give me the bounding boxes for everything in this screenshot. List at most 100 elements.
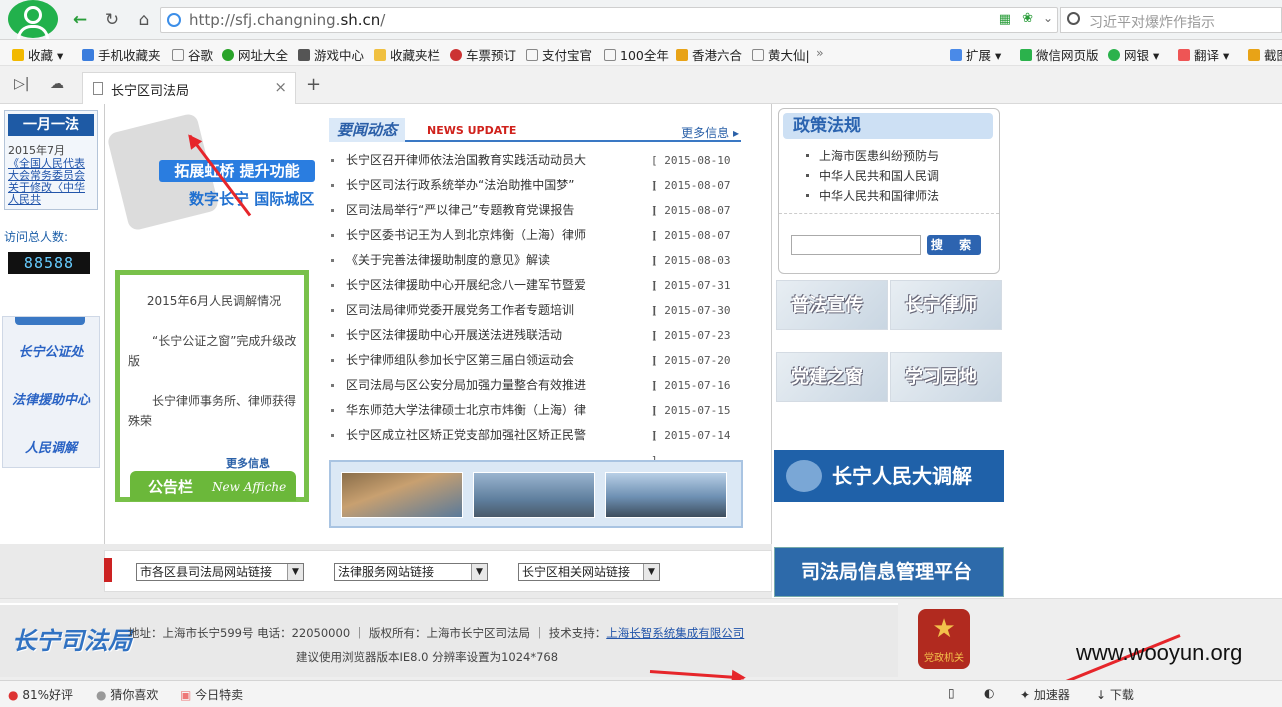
government-emblem[interactable]: ★ 党政机关 bbox=[918, 609, 970, 669]
legal-service-links-select[interactable]: 法律服务网站链接 ▼ bbox=[334, 563, 488, 581]
news-title[interactable]: 华东师范大学法律硕士北京市炜衡（上海）律 bbox=[346, 398, 632, 423]
policy-search-input[interactable] bbox=[791, 235, 921, 255]
news-row[interactable]: 长宁区法律援助中心开展纪念八一建军节暨爱[ 2015-07-31 ] bbox=[329, 273, 741, 317]
notice-item[interactable]: 长宁律师事务所、律师获得殊荣 bbox=[128, 391, 300, 431]
legal-aid-link[interactable]: 法律援助中心 bbox=[7, 389, 95, 415]
news-title[interactable]: 长宁区成立社区矫正党支部加强社区矫正民警 bbox=[346, 423, 632, 448]
accelerator-status[interactable]: ✦ 加速器 bbox=[1020, 686, 1070, 703]
mediation-banner[interactable]: 长宁人民大调解 bbox=[774, 450, 1004, 502]
tech-support-link[interactable]: 上海长智系统集成有限公司 bbox=[606, 626, 744, 640]
chevron-down-icon[interactable]: ⌄ bbox=[1043, 11, 1053, 25]
bookmark-folder[interactable]: 收藏夹栏 bbox=[374, 45, 440, 64]
bookmark-extensions[interactable]: 扩展 ▾ bbox=[950, 45, 1001, 64]
document-icon bbox=[93, 82, 103, 95]
qr-icon[interactable]: ▦ bbox=[999, 12, 1011, 27]
notice-item[interactable]: 2015年6月人民调解情况 bbox=[128, 291, 300, 311]
bookmark-screenshot[interactable]: 截图 bbox=[1248, 45, 1282, 64]
search-icon bbox=[1067, 12, 1080, 25]
back-button[interactable]: ← bbox=[68, 9, 92, 33]
policy-item[interactable]: 上海市医患纠纷预防与 bbox=[805, 147, 939, 164]
news-more-link[interactable]: 更多信息 ▸ bbox=[681, 124, 739, 141]
sidebar-toggle-icon[interactable]: ▷| bbox=[14, 76, 29, 92]
policy-item[interactable]: 中华人民共和国律师法 bbox=[805, 187, 939, 204]
notice-item[interactable]: “长宁公证之窗”完成升级改版 bbox=[128, 331, 300, 371]
city-photo[interactable] bbox=[473, 472, 595, 518]
bookmark-wechat[interactable]: 微信网页版 bbox=[1020, 45, 1099, 64]
news-row[interactable]: 长宁区委书记王为人到北京炜衡（上海）律师[ 2015-08-07 ] bbox=[329, 223, 741, 267]
changning-links-select[interactable]: 长宁区相关网站链接 ▼ bbox=[518, 563, 660, 581]
policy-search-button[interactable]: 搜 索 bbox=[927, 235, 981, 255]
news-row[interactable]: 长宁区司法行政系统举办“法治助推中国梦”[ 2015-08-07 ] bbox=[329, 173, 741, 217]
news-title[interactable]: 长宁律师组队参加长宁区第三届白领运动会 bbox=[346, 348, 632, 373]
news-title[interactable]: 长宁区召开律师依法治国教育实践活动动员大 bbox=[346, 148, 632, 173]
phone-icon[interactable]: ▯ bbox=[948, 686, 955, 700]
chevron-down-icon: ▼ bbox=[643, 564, 659, 580]
footer-logo: 长宁司法局 bbox=[12, 627, 132, 655]
district-links-select[interactable]: 市各区县司法局网站链接 ▼ bbox=[136, 563, 304, 581]
new-tab-button[interactable]: + bbox=[306, 74, 321, 95]
news-title[interactable]: 区司法局律师党委开展党务工作者专题培训 bbox=[346, 298, 632, 323]
cloud-icon[interactable]: ☁ bbox=[50, 76, 64, 92]
bookmark-bank[interactable]: 网银 ▾ bbox=[1108, 45, 1159, 64]
close-tab-icon[interactable]: × bbox=[274, 78, 287, 96]
download-status[interactable]: ↓ 下载 bbox=[1096, 686, 1134, 703]
leaf-icon[interactable]: ❀ bbox=[1022, 11, 1033, 26]
bookmark-sites[interactable]: 网址大全 bbox=[222, 45, 288, 64]
promo-line2: 数字长宁 国际城区 bbox=[189, 190, 315, 208]
city-photo[interactable] bbox=[341, 472, 463, 518]
news-row[interactable]: 区司法局举行“严以律己”专题教育党课报告[ 2015-08-07 ] bbox=[329, 198, 741, 242]
url-text[interactable]: http://sfj.changning.sh.cn/ bbox=[189, 11, 385, 29]
tile-changning-lawyers[interactable]: 长宁律师 bbox=[890, 280, 1002, 330]
news-title[interactable]: 区司法局举行“严以律己”专题教育党课报告 bbox=[346, 198, 632, 223]
bookmark-mobile[interactable]: 手机收藏夹 bbox=[82, 45, 161, 64]
bookmark-hk[interactable]: 香港六合 bbox=[676, 45, 742, 64]
search-placeholder: 习近平对爆炸作指示 bbox=[1089, 15, 1215, 31]
rating-status[interactable]: ● 81%好评 bbox=[8, 686, 73, 703]
city-photo[interactable] bbox=[605, 472, 727, 518]
news-row[interactable]: 华东师范大学法律硕士北京市炜衡（上海）律[ 2015-07-15 ] bbox=[329, 398, 741, 442]
visits-label: 访问总人数: bbox=[4, 230, 69, 244]
news-title[interactable]: 长宁区司法行政系统举办“法治助推中国梦” bbox=[346, 173, 632, 198]
news-row[interactable]: 长宁区法律援助中心开展送法进残联活动[ 2015-07-23 ] bbox=[329, 323, 741, 367]
bookmark-wong[interactable]: 黄大仙| bbox=[752, 45, 810, 64]
home-button[interactable]: ⌂ bbox=[132, 9, 156, 33]
notary-office-link[interactable]: 长宁公证处 bbox=[7, 341, 95, 367]
user-avatar-icon[interactable] bbox=[8, 0, 58, 39]
tile-law-publicity[interactable]: 普法宣传 bbox=[776, 280, 888, 330]
notice-more-link[interactable]: 更多信息 bbox=[226, 455, 270, 471]
tile-learning-garden[interactable]: 学习园地 bbox=[890, 352, 1002, 402]
news-title[interactable]: 《关于完善法律援助制度的意见》解读 bbox=[346, 248, 632, 273]
management-platform-banner[interactable]: 司法局信息管理平台 bbox=[774, 547, 1004, 597]
news-row[interactable]: 区司法局律师党委开展党务工作者专题培训[ 2015-07-30 ] bbox=[329, 298, 741, 342]
bookmark-favorites[interactable]: 收藏 ▾ bbox=[12, 45, 63, 64]
bookmark-translate[interactable]: 翻译 ▾ bbox=[1178, 45, 1229, 64]
news-row[interactable]: 长宁区召开律师依法治国教育实践活动动员大[ 2015-08-10 ] bbox=[329, 148, 741, 192]
refresh-button[interactable]: ↻ bbox=[100, 9, 124, 33]
news-title[interactable]: 区司法局与区公安分局加强力量整合有效推进 bbox=[346, 373, 632, 398]
news-row[interactable]: 区司法局与区公安分局加强力量整合有效推进[ 2015-07-16 ] bbox=[329, 373, 741, 417]
monthly-law-date: 2015年7月 bbox=[8, 144, 65, 157]
tab-changning-justice[interactable]: 长宁区司法局 × bbox=[82, 72, 296, 104]
news-row[interactable]: 《关于完善法律援助制度的意见》解读[ 2015-08-03 ] bbox=[329, 248, 741, 292]
news-row[interactable]: 长宁律师组队参加长宁区第三届白领运动会[ 2015-07-20 ] bbox=[329, 348, 741, 392]
news-title[interactable]: 长宁区委书记王为人到北京炜衡（上海）律师 bbox=[346, 223, 632, 248]
tile-party-window[interactable]: 党建之窗 bbox=[776, 352, 888, 402]
monthly-law-link[interactable]: 《全国人民代表大会常务委员会关于修改〈中华人民共 bbox=[8, 158, 94, 206]
bookmark-google[interactable]: 谷歌 bbox=[172, 45, 213, 64]
deals-status[interactable]: ▣ 今日特卖 bbox=[180, 686, 243, 703]
bookmark-tickets[interactable]: 车票预订 bbox=[450, 45, 516, 64]
address-bar[interactable]: http://sfj.changning.sh.cn/ ▦ ❀ ⌄ bbox=[160, 7, 1058, 33]
news-title[interactable]: 长宁区法律援助中心开展纪念八一建军节暨爱 bbox=[346, 273, 632, 298]
policy-box: 政策法规 上海市医患纠纷预防与 中华人民共和国人民调 中华人民共和国律师法 搜 … bbox=[778, 108, 1000, 274]
search-input[interactable]: 习近平对爆炸作指示 bbox=[1060, 7, 1282, 33]
compass-icon[interactable]: ◐ bbox=[984, 686, 994, 700]
mediation-link[interactable]: 人民调解 bbox=[7, 437, 95, 463]
news-title[interactable]: 长宁区法律援助中心开展送法进残联活动 bbox=[346, 323, 632, 348]
more-bookmarks-icon[interactable]: » bbox=[816, 45, 824, 60]
news-row[interactable]: 长宁区成立社区矫正党支部加强社区矫正民警[ 2015-07-14 ] bbox=[329, 423, 741, 467]
bookmark-alipay[interactable]: 支付宝官 bbox=[526, 45, 592, 64]
bookmark-games[interactable]: 游戏中心 bbox=[298, 45, 364, 64]
policy-item[interactable]: 中华人民共和国人民调 bbox=[805, 167, 939, 184]
bookmark-100[interactable]: 100全年 bbox=[604, 45, 669, 64]
guess-status[interactable]: ● 猜你喜欢 bbox=[96, 686, 158, 703]
